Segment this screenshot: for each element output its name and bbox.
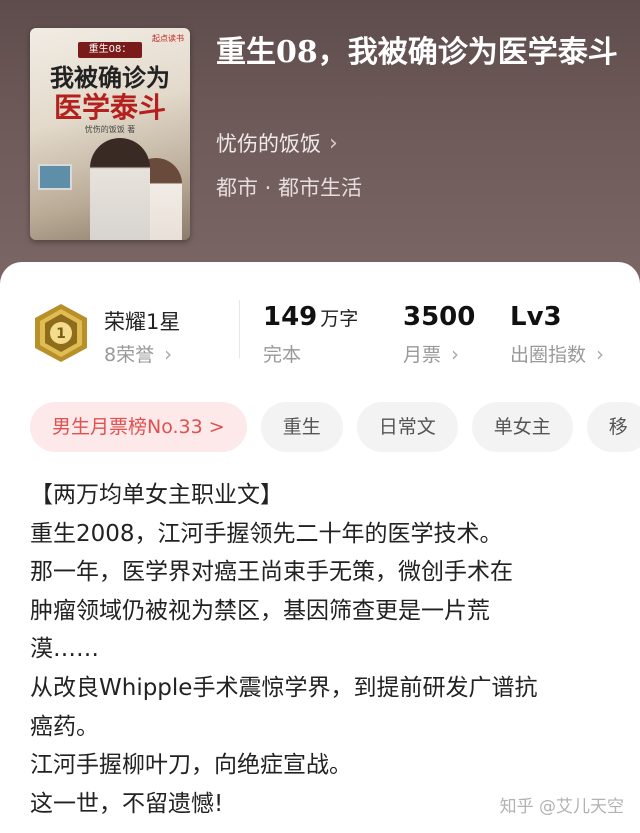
tag-item[interactable]: 日常文 — [356, 402, 458, 452]
honor-points: 8荣誉 — [104, 344, 155, 366]
honor-points-link[interactable]: 8荣誉 › — [104, 340, 172, 367]
tag-item[interactable]: 移 — [586, 402, 640, 452]
book-description[interactable]: 【两万均单女主职业文】 重生2008，江河手握领先二十年的医学技术。 那一年，医… — [30, 476, 625, 823]
book-cover-image[interactable]: 起点读书 重生08： 我被确诊为 医学泰斗 忧伤的饭饭 著 — [30, 28, 190, 240]
tag-list: 男生月票榜No.33 > 重生 日常文 单女主 移 — [30, 402, 640, 452]
svg-text:1: 1 — [56, 326, 66, 342]
monthly-tickets-value: 3500 — [403, 302, 476, 332]
description-line: 江河手握柳叶刀，向绝症宣战。 — [30, 752, 352, 779]
word-count-value: 149 — [263, 302, 318, 332]
chevron-right-icon: › — [164, 341, 173, 366]
description-line: 【两万均单女主职业文】 — [30, 482, 283, 508]
watermark: 知乎 @艾儿天空 — [499, 797, 624, 817]
chevron-right-icon: › — [596, 341, 605, 366]
description-line: 漠…… — [30, 636, 99, 663]
description-line: 从改良Whipple手术震惊学界，到提前研发广谱抗 — [30, 674, 538, 701]
cover-monitor-illustration — [38, 164, 72, 190]
cover-author: 忧伤的饭饭 著 — [84, 125, 136, 134]
book-genre[interactable]: 都市 · 都市生活 — [216, 172, 362, 202]
description-line: 那一年，医学界对癌王尚束手无策，微创手术在 — [30, 559, 513, 586]
book-header: 起点读书 重生08： 我被确诊为 医学泰斗 忧伤的饭饭 著 重生08，我被确诊为… — [0, 0, 640, 300]
word-count: 149 万字 — [263, 302, 358, 332]
word-count-unit: 万字 — [320, 308, 359, 330]
chevron-right-icon: › — [451, 341, 460, 366]
completion-status-label: 完本 — [263, 344, 302, 366]
cover-series-tag: 重生08： — [78, 42, 142, 58]
book-info-card: 1 荣耀1星 8荣誉 › 149 万字 完本 3500 月票 › Lv3 出圈指… — [0, 262, 640, 833]
cover-title-line2: 医学泰斗 — [53, 91, 166, 124]
cover-publisher: 起点读书 — [152, 34, 184, 43]
stats-divider — [239, 300, 240, 358]
honor-level[interactable]: 荣耀1星 — [104, 306, 180, 336]
tag-ranking[interactable]: 男生月票榜No.33 > — [30, 402, 247, 452]
tag-item[interactable]: 单女主 — [471, 402, 573, 452]
book-title: 重生08，我被确诊为医学泰斗 — [216, 35, 618, 70]
popularity-index: Lv3 — [510, 302, 562, 332]
description-line: 癌药。 — [30, 713, 99, 740]
author-link[interactable]: 忧伤的饭饭 › — [216, 128, 338, 158]
monthly-tickets: 3500 — [403, 302, 475, 332]
popularity-index-value: Lv3 — [510, 302, 562, 332]
monthly-tickets-link[interactable]: 月票 › — [403, 340, 459, 367]
popularity-index-label: 出圈指数 — [510, 344, 587, 366]
chevron-right-icon: › — [329, 130, 338, 156]
description-line: 肿瘤领域仍被视为禁区，基因筛查更是一片荒 — [30, 597, 490, 624]
tag-item[interactable]: 重生 — [260, 402, 343, 452]
monthly-tickets-label: 月票 — [403, 344, 442, 366]
author-name: 忧伤的饭饭 — [216, 132, 321, 156]
honor-badge-icon[interactable]: 1 — [30, 302, 92, 364]
description-line: 重生2008，江河手握领先二十年的医学技术。 — [30, 520, 503, 547]
cover-figure-doctor — [90, 138, 150, 240]
completion-status: 完本 — [263, 340, 301, 367]
popularity-index-link[interactable]: 出圈指数 › — [510, 340, 604, 367]
